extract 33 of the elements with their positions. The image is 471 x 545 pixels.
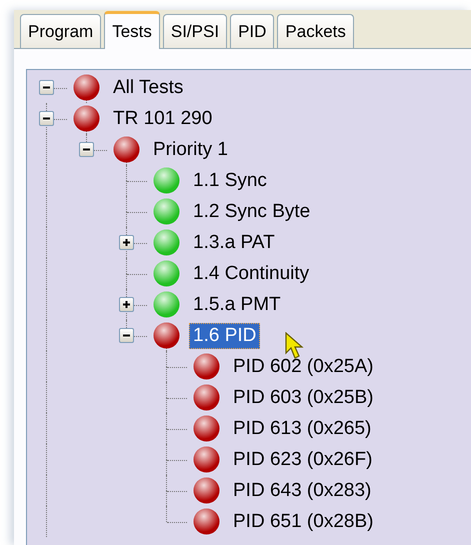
tab[interactable]: PID: [230, 14, 274, 48]
minus-icon: [83, 148, 90, 150]
tree-item-label[interactable]: 1.4 Continuity: [189, 260, 314, 286]
tree-item-label[interactable]: PID 623 (0x26F): [229, 446, 376, 472]
minus-icon: [123, 334, 130, 336]
plus-icon: [123, 239, 130, 246]
minus-icon: [43, 86, 50, 88]
tree-item-label[interactable]: 1.2 Sync Byte: [189, 198, 314, 224]
plus-icon: [123, 301, 130, 308]
tree-item-label[interactable]: PID 651 (0x28B): [229, 508, 378, 534]
tree-item-label[interactable]: 1.5.a PMT: [189, 292, 285, 318]
collapse-button[interactable]: [119, 328, 134, 343]
tab[interactable]: Packets: [277, 14, 354, 48]
tree-item-label[interactable]: TR 101 290: [109, 106, 216, 132]
tree-item-label[interactable]: All Tests: [109, 74, 188, 100]
expand-button[interactable]: [119, 235, 134, 250]
tree-item-label[interactable]: PID 643 (0x283): [229, 478, 376, 504]
minus-icon: [43, 118, 50, 120]
collapse-button[interactable]: [39, 80, 54, 95]
pointer-cursor-icon: [285, 332, 305, 360]
tree-item-label[interactable]: 1.6 PID: [189, 322, 260, 348]
tab[interactable]: Tests: [104, 11, 160, 49]
expand-button[interactable]: [119, 297, 134, 312]
collapse-button[interactable]: [39, 111, 54, 126]
tree-item-label[interactable]: PID 613 (0x265): [229, 416, 376, 442]
tree-item-label[interactable]: 1.3.a PAT: [189, 230, 279, 256]
tab[interactable]: Program: [20, 14, 102, 48]
tab[interactable]: SI/PSI: [162, 14, 228, 48]
tree-item-label[interactable]: Priority 1: [149, 136, 232, 162]
tree-item-label[interactable]: PID 602 (0x25A): [229, 354, 378, 380]
tree-item-label[interactable]: PID 603 (0x25B): [229, 384, 378, 410]
tree-item-label[interactable]: 1.1 Sync: [189, 168, 271, 194]
collapse-button[interactable]: [79, 142, 94, 157]
